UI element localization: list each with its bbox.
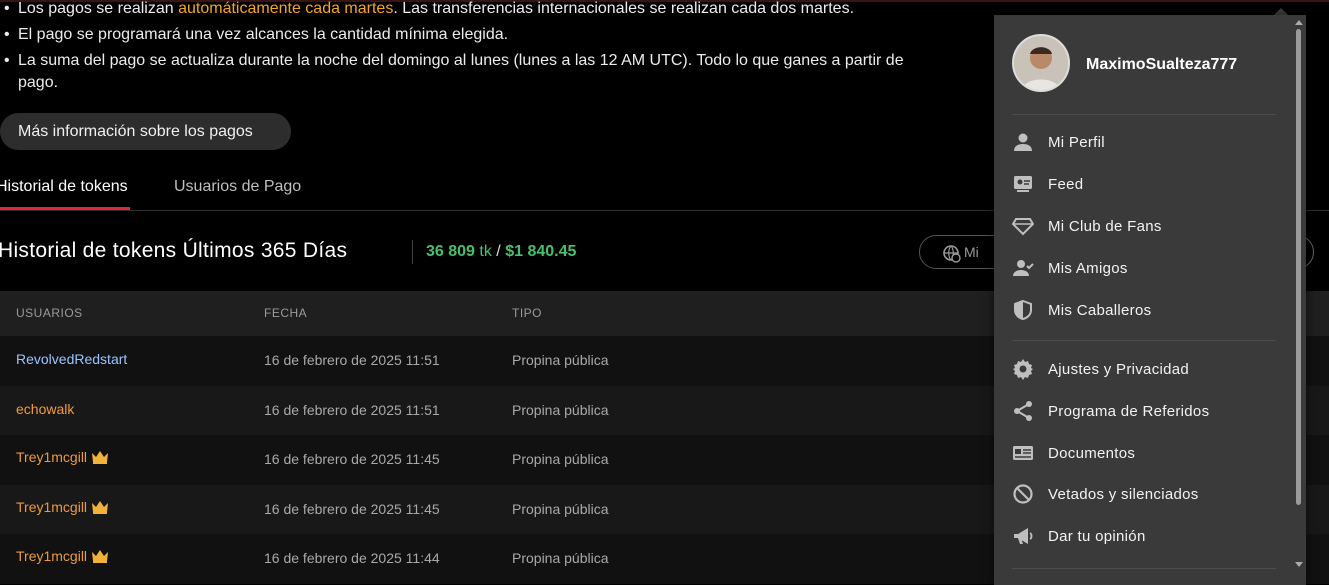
scroll-up-arrow[interactable] bbox=[1295, 20, 1303, 25]
menu-item-friends[interactable]: Mis Amigos bbox=[1012, 251, 1276, 285]
menu-item-fan-club[interactable]: Mi Club de Fans bbox=[1012, 209, 1276, 243]
menu-username[interactable]: MaximoSualteza777 bbox=[1086, 56, 1237, 74]
payout-info-item: Los pagos se realizan automáticamente ca… bbox=[4, 0, 1004, 20]
menu-item-feed[interactable]: Feed bbox=[1012, 167, 1276, 201]
row-type: Propina pública bbox=[512, 550, 609, 567]
user-dropdown-menu: MaximoSualteza777 Mi Perfil Feed Mi Club… bbox=[994, 15, 1306, 585]
row-date: 16 de febrero de 2025 11:45 bbox=[264, 500, 440, 517]
diamond-icon bbox=[1012, 218, 1034, 236]
row-user-link[interactable]: Trey1mcgill bbox=[16, 548, 109, 564]
row-type: Propina pública bbox=[512, 451, 609, 468]
row-user-link[interactable]: Trey1mcgill bbox=[16, 499, 109, 515]
menu-item-documents[interactable]: Documentos bbox=[1012, 436, 1276, 470]
active-tab-indicator bbox=[0, 207, 130, 210]
menu-divider bbox=[1012, 340, 1276, 341]
id-card-icon bbox=[1013, 446, 1033, 460]
more-info-payouts-button[interactable]: Más información sobre los pagos bbox=[0, 113, 291, 150]
history-totals: 36 809 tk / $1 840.45 bbox=[426, 243, 577, 260]
crown-icon bbox=[92, 500, 109, 514]
menu-item-settings[interactable]: Ajustes y Privacidad bbox=[1012, 352, 1276, 386]
menu-item-knights[interactable]: Mis Caballeros bbox=[1012, 293, 1276, 327]
row-type: Propina pública bbox=[512, 401, 609, 418]
row-date: 16 de febrero de 2025 11:45 bbox=[264, 451, 440, 468]
column-header-users: USUARIOS bbox=[16, 306, 83, 320]
friends-icon bbox=[1013, 260, 1034, 276]
menu-item-referrals[interactable]: Programa de Referidos bbox=[1012, 394, 1276, 428]
scrollbar-thumb[interactable] bbox=[1296, 29, 1301, 505]
share-icon bbox=[1014, 401, 1032, 421]
feed-icon bbox=[1014, 176, 1032, 192]
payout-info-item: La suma del pago se actualiza durante la… bbox=[4, 50, 1004, 94]
scroll-down-arrow[interactable] bbox=[1295, 562, 1303, 567]
title-divider bbox=[412, 240, 413, 264]
total-tokens: 36 809 bbox=[426, 243, 475, 260]
crown-icon bbox=[92, 550, 109, 564]
column-header-type: TIPO bbox=[512, 306, 543, 320]
menu-item-profile[interactable]: Mi Perfil bbox=[1012, 125, 1276, 159]
person-icon bbox=[1014, 133, 1032, 151]
row-date: 16 de febrero de 2025 11:44 bbox=[264, 550, 440, 567]
column-header-date: FECHA bbox=[264, 306, 308, 320]
menu-divider bbox=[1012, 114, 1276, 115]
menu-item-feedback[interactable]: Dar tu opinión bbox=[1012, 519, 1276, 553]
megaphone-icon bbox=[1014, 528, 1033, 544]
tab-token-history[interactable]: Historial de tokens bbox=[0, 178, 128, 196]
payout-highlight: automáticamente cada martes bbox=[178, 0, 394, 17]
menu-pointer bbox=[1274, 8, 1288, 15]
row-date: 16 de febrero de 2025 11:51 bbox=[264, 352, 440, 368]
total-amount: $1 840.45 bbox=[505, 243, 577, 260]
row-type: Propina pública bbox=[512, 500, 609, 517]
row-user-link[interactable]: echowalk bbox=[16, 401, 74, 417]
globe-clock-icon bbox=[942, 243, 962, 275]
crown-icon bbox=[92, 451, 109, 465]
row-type: Propina pública bbox=[512, 352, 609, 368]
menu-divider bbox=[1012, 568, 1276, 569]
row-user-link[interactable]: RevolvedRedstart bbox=[16, 351, 127, 367]
shield-icon bbox=[1014, 299, 1032, 321]
ban-icon bbox=[1013, 484, 1033, 504]
payout-info-list: Los pagos se realizan automáticamente ca… bbox=[4, 0, 1004, 98]
menu-item-banned-muted[interactable]: Vetados y silenciados bbox=[1012, 477, 1276, 511]
gear-icon bbox=[1013, 359, 1033, 380]
avatar[interactable] bbox=[1012, 34, 1070, 92]
tokens-unit: tk bbox=[479, 243, 492, 260]
tab-paying-users[interactable]: Usuarios de Pago bbox=[174, 178, 301, 196]
history-title: Historial de tokens Últimos 365 Días bbox=[0, 239, 348, 262]
row-user-link[interactable]: Trey1mcgill bbox=[16, 449, 109, 465]
row-date: 16 de febrero de 2025 11:51 bbox=[264, 401, 440, 418]
payout-info-item: El pago se programará una vez alcances l… bbox=[4, 24, 1004, 46]
